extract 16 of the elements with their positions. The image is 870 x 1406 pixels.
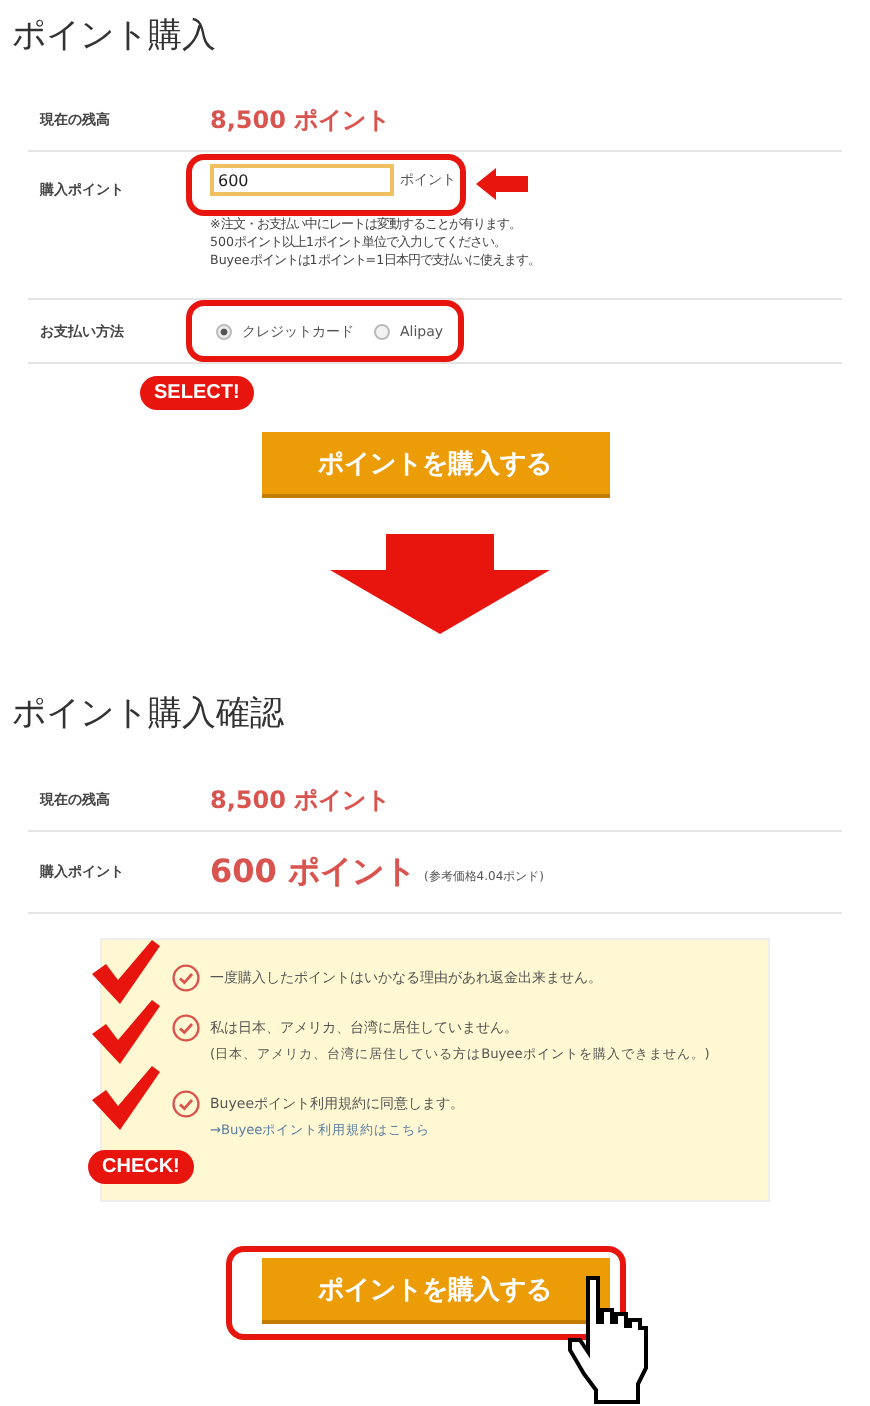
left-arrow-icon xyxy=(476,168,528,200)
checkmark-icon xyxy=(92,1066,160,1130)
select-callout: SELECT! xyxy=(140,376,254,410)
page-title: ポイント購入確認 xyxy=(10,692,286,738)
check-circle-icon[interactable] xyxy=(172,1014,200,1042)
check-callout: CHECK! xyxy=(88,1150,194,1184)
page-title: ポイント購入 xyxy=(10,14,218,60)
purchase-points-value: 600 ポイント xyxy=(210,851,416,893)
down-arrow-icon xyxy=(329,534,549,634)
check-circle-icon[interactable] xyxy=(172,964,200,992)
checkmark-icon xyxy=(92,1000,160,1064)
balance-value: 8,500 ポイント xyxy=(210,103,391,137)
balance-value: 8,500 ポイント xyxy=(210,783,391,817)
checkmark-icon xyxy=(92,940,160,1004)
check-circle-icon[interactable] xyxy=(172,1090,200,1118)
points-input-field[interactable]: 600 xyxy=(210,164,394,196)
